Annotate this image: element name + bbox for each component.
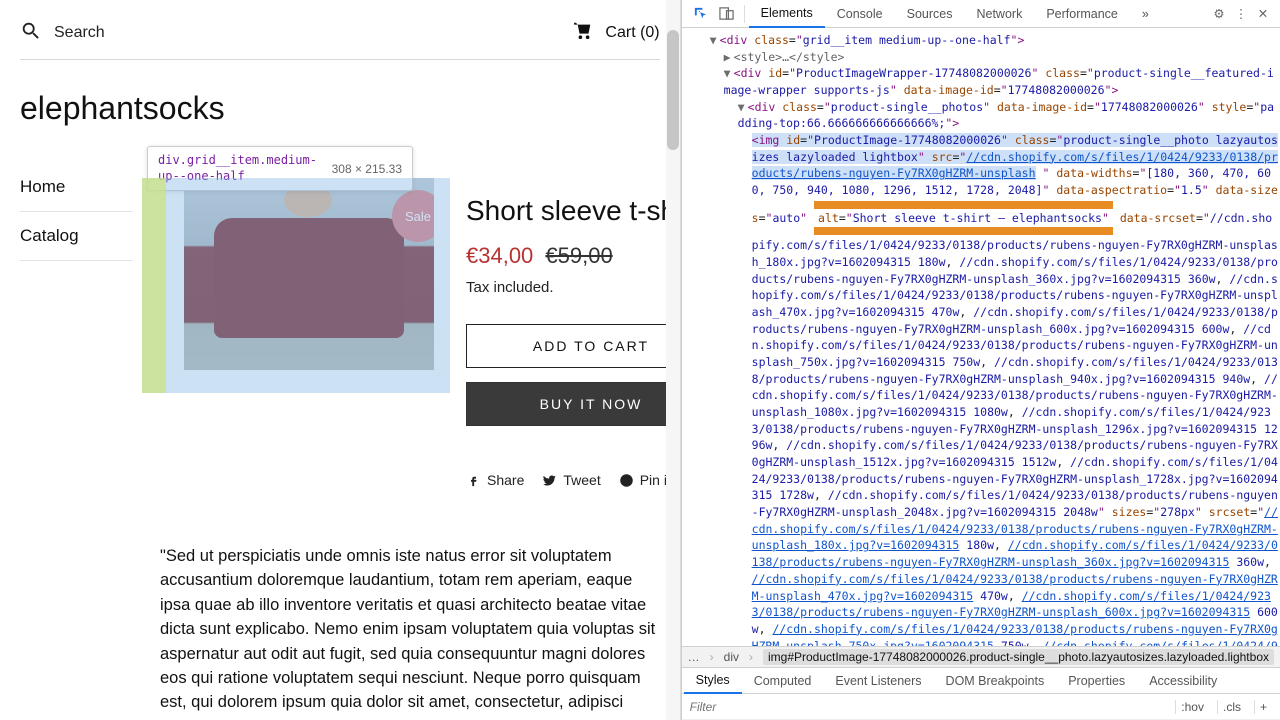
- tab-more[interactable]: »: [1130, 0, 1161, 28]
- settings-icon[interactable]: ⚙: [1208, 6, 1230, 21]
- kebab-menu-icon[interactable]: ⋮: [1230, 6, 1252, 21]
- site-logo[interactable]: elephantsocks: [20, 90, 660, 127]
- product-description: "Sed ut perspiciatis unde omnis iste nat…: [20, 544, 660, 720]
- share-facebook[interactable]: Share: [466, 472, 524, 488]
- product-title: Short sleeve t-shirt: [466, 195, 681, 227]
- price-row: €34,00 €59,00: [466, 243, 681, 269]
- page-preview: Search Cart (0) elephantsocks Home Catal…: [0, 0, 681, 720]
- share-row: Share Tweet Pin it: [466, 472, 681, 488]
- crumb-img[interactable]: img#ProductImage-17748082000026.product-…: [763, 649, 1274, 665]
- cls-toggle[interactable]: .cls: [1217, 700, 1246, 714]
- share-twitter[interactable]: Tweet: [542, 472, 600, 488]
- hov-toggle[interactable]: :hov: [1175, 700, 1209, 714]
- sidebar-nav: Home Catalog: [20, 163, 132, 488]
- buy-now-button[interactable]: BUY IT NOW: [466, 382, 681, 426]
- stab-styles[interactable]: Styles: [684, 668, 742, 694]
- tab-performance[interactable]: Performance: [1034, 0, 1130, 28]
- crumb-div[interactable]: div: [724, 650, 739, 664]
- nav-catalog[interactable]: Catalog: [20, 212, 132, 261]
- close-devtools-icon[interactable]: ✕: [1252, 6, 1274, 21]
- styles-tabbar: Styles Computed Event Listeners DOM Brea…: [682, 668, 1280, 694]
- twitter-icon: [542, 473, 557, 488]
- crumb-ellipsis[interactable]: …: [688, 650, 700, 664]
- search-icon: [20, 20, 42, 45]
- tab-console[interactable]: Console: [825, 0, 895, 28]
- cart-icon: [573, 21, 595, 44]
- stab-events[interactable]: Event Listeners: [823, 668, 933, 694]
- price-compare: €59,00: [545, 243, 612, 268]
- styles-filter-row: :hov .cls +: [682, 694, 1280, 720]
- styles-filter-input[interactable]: [690, 700, 1168, 714]
- cart-label: Cart (0): [605, 24, 659, 42]
- cart-link[interactable]: Cart (0): [573, 21, 659, 44]
- stab-computed[interactable]: Computed: [742, 668, 824, 694]
- tab-network[interactable]: Network: [964, 0, 1034, 28]
- search-label: Search: [54, 24, 105, 42]
- device-toolbar-icon[interactable]: [714, 6, 740, 21]
- new-style-rule[interactable]: +: [1254, 700, 1272, 714]
- inspect-element-icon[interactable]: [688, 6, 714, 21]
- stab-a11y[interactable]: Accessibility: [1137, 668, 1229, 694]
- add-to-cart-button[interactable]: ADD TO CART: [466, 324, 681, 368]
- product-details: Short sleeve t-shirt €34,00 €59,00 Tax i…: [466, 163, 681, 488]
- topbar: Search Cart (0): [20, 12, 660, 60]
- devtools-panel: Elements Console Sources Network Perform…: [681, 0, 1280, 720]
- devtools-toolbar: Elements Console Sources Network Perform…: [682, 0, 1280, 28]
- stab-props[interactable]: Properties: [1056, 668, 1137, 694]
- share-pinterest[interactable]: Pin it: [619, 472, 671, 488]
- dom-breadcrumbs[interactable]: … › div › img#ProductImage-1774808200002…: [682, 646, 1280, 668]
- nav-home[interactable]: Home: [20, 163, 132, 212]
- tab-elements[interactable]: Elements: [749, 0, 825, 28]
- tax-note: Tax included.: [466, 279, 681, 296]
- facebook-icon: [466, 473, 481, 488]
- scroll-thumb[interactable]: [667, 30, 679, 150]
- price-sale: €34,00: [466, 243, 533, 268]
- product-image-column: div.grid__item.medium-up--one-half 308 ×…: [160, 163, 438, 488]
- stab-dombp[interactable]: DOM Breakpoints: [934, 668, 1057, 694]
- elements-tree[interactable]: ▼<div class="grid__item medium-up--one-h…: [682, 28, 1280, 646]
- inspect-dimensions: 308 × 215.33: [332, 162, 402, 176]
- pinterest-icon: [619, 473, 634, 488]
- tab-sources[interactable]: Sources: [895, 0, 965, 28]
- scrollbar[interactable]: [666, 0, 680, 720]
- search[interactable]: Search: [20, 20, 105, 45]
